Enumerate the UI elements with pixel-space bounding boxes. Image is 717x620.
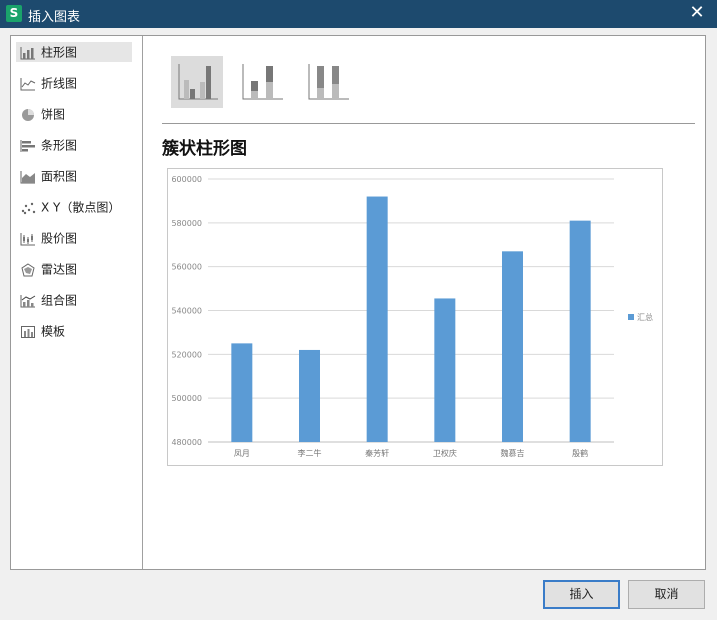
bar: [569, 220, 591, 442]
sidebar-item-label: 折线图: [41, 76, 78, 91]
sidebar-item-area[interactable]: 面积图: [16, 166, 132, 186]
sidebar-item-label: 组合图: [41, 293, 78, 308]
sidebar-item-label: 条形图: [41, 138, 78, 153]
sidebar-item-label: 雷达图: [41, 262, 78, 277]
cancel-button[interactable]: 取消: [628, 580, 705, 609]
template-icon: [21, 325, 35, 338]
sidebar-item-label: 模板: [41, 324, 66, 339]
bar: [502, 251, 523, 442]
chart-preview: 480000 500000 520000 540000 560000 580000 6000…: [167, 168, 663, 466]
stock-chart-icon: [20, 232, 35, 245]
y-tick-label: 540000: [171, 307, 202, 316]
sidebar-item-label: 股价图: [41, 231, 78, 246]
stacked-column-icon: [242, 64, 283, 100]
sidebar-item-line[interactable]: 折线图: [16, 73, 132, 93]
y-tick-label: 480000: [171, 438, 202, 447]
y-tick-label: 580000: [171, 219, 202, 228]
sidebar-item-bar[interactable]: 条形图: [16, 135, 132, 155]
radar-chart-icon: [21, 262, 35, 276]
chart-preview-panel: 簇状柱形图 480000 500000 520000 540000 560000 5800…: [143, 36, 705, 569]
bar: [366, 196, 388, 442]
bar-chart-icon: [20, 139, 35, 152]
y-tick-label: 500000: [171, 394, 202, 403]
sidebar-item-radar[interactable]: 雷达图: [16, 259, 132, 279]
x-tick-label: 秦芳轩: [365, 448, 389, 458]
sidebar-item-stock[interactable]: 股价图: [16, 228, 132, 248]
dialog-body: 柱形图 折线图 饼图 条形图 面积图 X Y（散点图） 股价图 雷达图 组合图 …: [10, 35, 706, 570]
legend-swatch: [628, 314, 634, 320]
variant-clustered-column[interactable]: [171, 56, 223, 108]
chart-svg: 480000 500000 520000 540000 560000 580000 6000…: [171, 175, 653, 458]
x-tick-label: 卫权庆: [433, 448, 457, 458]
insert-button[interactable]: 插入: [543, 580, 620, 609]
chart-type-title: 簇状柱形图: [162, 139, 247, 159]
chart-type-sidebar: 柱形图 折线图 饼图 条形图 面积图 X Y（散点图） 股价图 雷达图 组合图 …: [11, 36, 143, 569]
x-tick-label: 李二牛: [298, 448, 322, 458]
sidebar-item-label: X Y（散点图）: [41, 200, 121, 215]
percent-stacked-column-icon: [308, 64, 349, 100]
close-button[interactable]: ✕: [687, 3, 707, 23]
sidebar-item-combo[interactable]: 组合图: [16, 290, 132, 310]
pie-chart-icon: [22, 108, 34, 121]
y-tick-label: 600000: [171, 175, 202, 184]
sidebar-item-column[interactable]: 柱形图: [16, 42, 132, 62]
x-tick-label: 凤月: [234, 449, 250, 458]
scatter-chart-icon: [21, 202, 36, 214]
title-bar: S 插入图表 ✕: [0, 0, 717, 28]
dialog-title: 插入图表: [28, 10, 81, 25]
combo-chart-icon: [20, 294, 36, 307]
legend-label: 汇总: [637, 312, 653, 322]
x-tick-label: 殷鹤: [572, 448, 588, 458]
area-chart-icon: [20, 170, 35, 183]
app-logo-icon: S: [6, 5, 22, 22]
bar: [299, 349, 320, 442]
line-chart-icon: [20, 77, 36, 90]
sidebar-item-scatter[interactable]: X Y（散点图）: [16, 197, 132, 217]
y-tick-label: 560000: [171, 263, 202, 272]
separator: [162, 123, 695, 124]
variant-percent-stacked-column[interactable]: [304, 56, 356, 108]
bar: [231, 343, 253, 442]
y-tick-label: 520000: [171, 350, 202, 359]
column-chart-icon: [20, 46, 35, 59]
bar: [434, 298, 456, 442]
sidebar-item-label: 饼图: [41, 107, 66, 122]
variant-stacked-column[interactable]: [238, 56, 290, 108]
sidebar-item-pie[interactable]: 饼图: [16, 104, 132, 124]
sidebar-item-template[interactable]: 模板: [16, 321, 132, 341]
sidebar-item-label: 面积图: [41, 169, 78, 184]
sidebar-item-label: 柱形图: [41, 45, 78, 60]
x-tick-label: 魏慕吉: [501, 448, 525, 458]
clustered-column-icon: [178, 64, 218, 100]
